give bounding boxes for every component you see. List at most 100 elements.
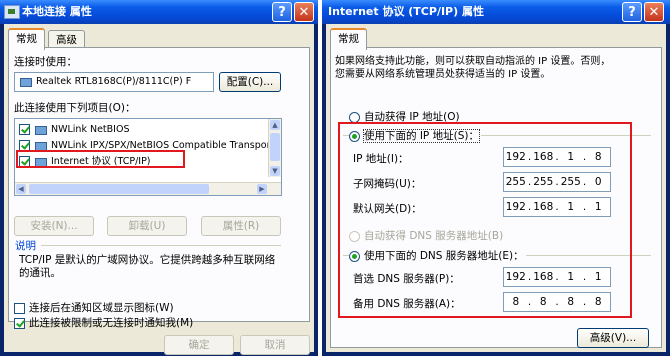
alternate-dns-field[interactable]: 8. 8. 8. 8 (503, 292, 611, 312)
ip-octet[interactable]: 0 (586, 176, 610, 188)
description-text: TCP/IP 是默认的广域网协议。它提供跨越多种互联网络的通讯。 (19, 254, 276, 279)
description-label: 说明 (15, 240, 36, 252)
manual-ip-label: 使用下面的 IP 地址(S)： (363, 129, 480, 143)
ip-octet[interactable]: 192 (504, 271, 528, 283)
gateway-label: 默认网关(D)： (353, 203, 422, 215)
ip-octet[interactable]: 168 (531, 201, 555, 213)
uninstall-button[interactable]: 卸载(U) (107, 216, 187, 236)
configure-button[interactable]: 配置(C)... (219, 72, 281, 92)
list-vertical-scrollbar[interactable]: ▲ ▼ (268, 119, 281, 177)
ip-octet[interactable]: 8 (531, 296, 555, 308)
notify-checkbox[interactable] (14, 317, 25, 329)
left-title-bar[interactable]: 本地连接 属性 (0, 0, 318, 24)
left-dialog-body: 常规 高级 连接时使用： Realtek RTL8168C(P)/8111C(P… (4, 24, 314, 355)
list-item[interactable]: NWLink IPX/SPX/NetBIOS Compatible Transp… (19, 139, 271, 153)
subnet-field[interactable]: 255. 255. 255. 0 (503, 172, 611, 192)
ip-octet[interactable]: 168 (531, 151, 555, 163)
show-icon-checkbox[interactable] (14, 302, 25, 314)
manual-dns-radio[interactable] (349, 250, 360, 262)
intro-line-2: 您需要从网络系统管理员处获得适当的 IP 设置。 (335, 69, 551, 80)
auto-ip-label: 自动获得 IP 地址(O) (364, 111, 460, 123)
left-general-panel: 连接时使用： Realtek RTL8168C(P)/8111C(P) F 配置… (8, 47, 310, 329)
protocol-icon (34, 141, 48, 151)
preferred-dns-field[interactable]: 192. 168. 1. 1 (503, 267, 611, 287)
adapter-name: Realtek RTL8168C(P)/8111C(P) F (36, 76, 192, 87)
ip-octet[interactable]: 8 (504, 296, 528, 308)
component-checkbox[interactable] (19, 140, 30, 151)
adapter-field: Realtek RTL8168C(P)/8111C(P) F (14, 72, 214, 92)
protocol-icon (34, 157, 48, 167)
right-title-bar[interactable]: Internet 协议 (TCP/IP) 属性 (322, 0, 670, 24)
description-divider (41, 245, 281, 246)
network-adapter-icon (19, 77, 33, 87)
auto-ip-radio[interactable] (349, 111, 360, 123)
network-connection-icon (4, 5, 20, 19)
alternate-dns-label: 备用 DNS 服务器(A)： (353, 298, 461, 310)
show-icon-option[interactable]: 连接后在通知区域显示图标(W) (14, 300, 174, 315)
ip-octet[interactable]: 1 (586, 271, 610, 283)
ok-button[interactable]: 确定 (164, 335, 234, 355)
notify-label: 此连接被限制或无连接时通知我(M) (29, 317, 194, 329)
install-button[interactable]: 安装(N)... (14, 216, 94, 236)
cancel-button[interactable]: 取消 (240, 335, 310, 355)
component-label: NWLink IPX/SPX/NetBIOS Compatible Transp… (51, 140, 271, 151)
right-general-panel: 如果网络支持此功能，则可以获取自动指派的 IP 设置。否则， 您需要从网络系统管… (330, 47, 662, 348)
component-checkbox[interactable] (19, 156, 30, 167)
ip-octet[interactable]: 255 (531, 176, 555, 188)
manual-dns-label: 使用下面的 DNS 服务器地址(E)： (364, 250, 524, 262)
tab-general[interactable]: 常规 (330, 28, 367, 50)
show-icon-label: 连接后在通知区域显示图标(W) (29, 302, 174, 314)
list-horizontal-scrollbar[interactable]: ◀ ▶ (15, 182, 281, 195)
gateway-field[interactable]: 192. 168. 1. 1 (503, 197, 611, 217)
ip-address-label: IP 地址(I)： (353, 153, 409, 165)
ip-octet[interactable]: 1 (559, 271, 583, 283)
close-icon[interactable]: ✕ (644, 2, 664, 22)
ip-octet[interactable]: 255 (504, 176, 528, 188)
components-list[interactable]: NWLink NetBIOS NWLink IPX/SPX/NetBIOS Co… (14, 118, 282, 196)
auto-dns-option[interactable]: 自动获得 DNS 服务器地址(B) (349, 228, 503, 243)
ip-address-field[interactable]: 192. 168. 1. 8 (503, 147, 611, 167)
right-window-title: Internet 协议 (TCP/IP) 属性 (328, 5, 484, 18)
ip-octet[interactable]: 255 (559, 176, 583, 188)
list-item[interactable]: NWLink NetBIOS (19, 123, 129, 137)
items-label: 此连接使用下列项目(O)： (14, 102, 136, 114)
manual-dns-option[interactable]: 使用下面的 DNS 服务器地址(E)： (349, 248, 526, 263)
advanced-button[interactable]: 高级(V)... (577, 328, 649, 348)
ip-octet[interactable]: 192 (504, 201, 528, 213)
scroll-down-icon[interactable]: ▼ (270, 166, 280, 176)
help-icon[interactable]: ? (622, 2, 642, 22)
component-checkbox[interactable] (19, 124, 30, 135)
scroll-thumb[interactable] (270, 133, 280, 161)
ip-octet[interactable]: 1 (559, 151, 583, 163)
scroll-left-icon[interactable]: ◀ (16, 184, 26, 194)
auto-dns-label: 自动获得 DNS 服务器地址(B) (364, 230, 504, 242)
preferred-dns-label: 首选 DNS 服务器(P)： (353, 273, 460, 285)
help-icon[interactable]: ? (272, 2, 292, 22)
ip-octet[interactable]: 8 (559, 296, 583, 308)
right-dialog-body: 常规 如果网络支持此功能，则可以获取自动指派的 IP 设置。否则， 您需要从网络… (326, 24, 666, 352)
ip-octet[interactable]: 8 (586, 151, 610, 163)
close-icon[interactable]: ✕ (294, 2, 314, 22)
connect-using-label: 连接时使用： (14, 56, 77, 68)
component-label: Internet 协议 (TCP/IP) (51, 156, 151, 167)
h-scroll-thumb[interactable] (29, 184, 209, 194)
ip-octet[interactable]: 192 (504, 151, 528, 163)
properties-button[interactable]: 属性(R) (201, 216, 281, 236)
notify-option[interactable]: 此连接被限制或无连接时通知我(M) (14, 315, 193, 330)
tcpip-properties-window: Internet 协议 (TCP/IP) 属性 ? ✕ 常规 如果网络支持此功能… (322, 0, 670, 356)
component-label: NWLink NetBIOS (51, 124, 130, 135)
scroll-up-icon[interactable]: ▲ (270, 120, 280, 130)
ip-octet[interactable]: 1 (559, 201, 583, 213)
tab-general[interactable]: 常规 (8, 28, 45, 50)
auto-ip-option[interactable]: 自动获得 IP 地址(O) (349, 109, 460, 124)
ip-octet[interactable]: 1 (586, 201, 610, 213)
auto-dns-radio[interactable] (349, 230, 360, 242)
list-item-tcpip[interactable]: Internet 协议 (TCP/IP) (19, 155, 151, 169)
protocol-icon (34, 125, 48, 135)
left-window-title: 本地连接 属性 (22, 5, 92, 18)
manual-ip-option[interactable]: 使用下面的 IP 地址(S)： (349, 128, 481, 143)
scroll-right-icon[interactable]: ▶ (257, 184, 267, 194)
ip-octet[interactable]: 8 (586, 296, 610, 308)
ip-octet[interactable]: 168 (531, 271, 555, 283)
manual-ip-radio[interactable] (349, 130, 360, 142)
